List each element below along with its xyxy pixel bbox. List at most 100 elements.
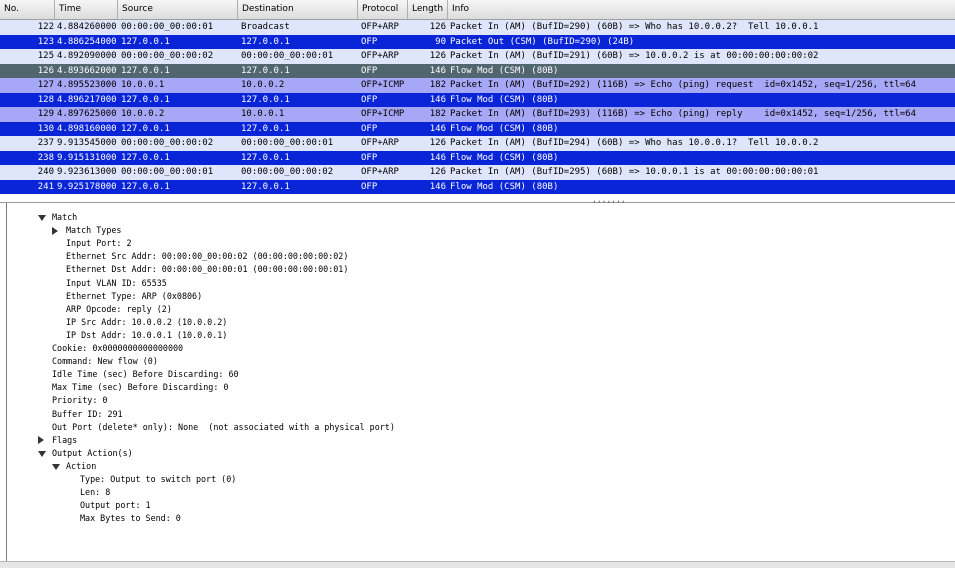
packet-info-cell: Packet Out (CSM) (BufID=290) (24B) [450,36,635,47]
packet-src-cell: 127.0.0.1 [121,152,170,163]
packet-detail-tree[interactable]: Match Match Types Input Port: 2 Ethernet Sr… [0,203,955,567]
packet-info-cell: Packet In (AM) (BufID=295) (60B) => 10.0… [450,167,819,177]
packet-row[interactable]: 126 4.893662000 127.0.0.1 127.0.0.1 OFP 146 Fl… [0,63,955,78]
tree-node[interactable]: Input VLAN ID: 65535 [66,277,167,290]
column-header-no[interactable]: No. [0,0,55,19]
packet-dst-cell: Broadcast [241,22,290,32]
packet-row[interactable]: 122 4.884260000 00:00:00_00:00:01 Broadcast… [0,20,955,35]
packet-row[interactable]: 240 9.923613000 00:00:00_00:00:01 00:00:00_… [0,165,955,180]
packet-row[interactable]: 127 4.895523000 10.0.0.1 10.0.0.2 OFP+ICMP 18… [0,78,955,93]
packet-row[interactable]: 130 4.898160000 127.0.0.1 127.0.0.1 OFP 146 Fl… [0,121,955,136]
packet-src-cell: 10.0.0.1 [121,80,165,90]
packet-row[interactable]: 238 9.915131000 127.0.0.1 127.0.0.1 OFP 146 Fl… [0,150,955,165]
tree-node[interactable]: Match [52,211,77,224]
packet-time-cell: 4.892090000 [57,51,117,61]
packet-dst-cell: 00:00:00_00:00:01 [241,138,334,148]
packet-row[interactable]: 123 4.886254000 127.0.0.1 127.0.0.1 OFP 90 Pac… [0,34,955,49]
tree-node[interactable]: Idle Time (sec) Before Discarding: 60 [52,368,239,381]
packet-row[interactable]: 129 4.897625000 10.0.0.2 10.0.0.1 OFP+ICMP 18… [0,107,955,122]
packet-time-cell: 4.897625000 [57,109,117,119]
tree-node[interactable]: Command: New flow (0) [52,355,158,368]
packet-dst-cell: 10.0.0.2 [241,80,285,90]
packet-info-cell: Flow Mod (CSM) (80B) [450,94,559,105]
packet-len-cell: 146 [429,181,446,192]
packet-proto-cell: OFP+ARP [361,138,399,148]
packet-no-cell: 237 [37,138,54,148]
tree-node[interactable]: Max Time (sec) Before Discarding: 0 [52,381,228,394]
packet-dst-cell: 00:00:00_00:00:02 [241,167,334,177]
column-header-destination[interactable]: Destination [238,0,358,19]
packet-dst-cell: 127.0.0.1 [241,94,290,105]
packet-src-cell: 127.0.0.1 [121,36,170,47]
packet-dst-cell: 127.0.0.1 [241,65,290,76]
packet-src-cell: 00:00:00_00:00:01 [121,22,214,32]
packet-len-cell: 126 [429,51,446,61]
packet-src-cell: 00:00:00_00:00:02 [121,51,214,61]
packet-row[interactable]: 128 4.896217000 127.0.0.1 127.0.0.1 OFP 146 Fl… [0,92,955,107]
column-header-protocol[interactable]: Protocol [358,0,408,19]
packet-proto-cell: OFP+ARP [361,22,399,32]
packet-info-cell: Flow Mod (CSM) (80B) [450,65,559,76]
packet-len-cell: 90 [435,36,446,47]
packet-no-cell: 125 [37,51,54,61]
tree-node[interactable]: Type: Output to switch port (0) [80,473,236,486]
detail-left-border [6,203,7,563]
packet-proto-cell: OFP [361,123,378,134]
tree-node[interactable]: Out Port (delete* only): None (not assoc… [52,421,395,434]
column-header-length[interactable]: Length [408,0,448,19]
packet-time-cell: 4.884260000 [57,22,117,32]
packet-proto-cell: OFP [361,181,378,192]
tree-node[interactable]: Input Port: 2 [66,237,132,250]
packet-dst-cell: 00:00:00_00:00:01 [241,51,334,61]
packet-time-cell: 9.925178000 [57,181,117,192]
tree-node[interactable]: IP Dst Addr: 10.0.0.1 (10.0.0.1) [66,329,227,342]
tree-node[interactable]: Flags [52,434,77,447]
expand-right-icon[interactable] [52,226,58,235]
packet-list[interactable]: No. Time Source Destination Protocol Len… [0,0,955,204]
packet-no-cell: 126 [37,65,54,76]
tree-node[interactable]: Buffer ID: 291 [52,408,123,421]
packet-src-cell: 00:00:00_00:00:01 [121,167,214,177]
packet-proto-cell: OFP+ARP [361,167,399,177]
packet-row[interactable]: 241 9.925178000 127.0.0.1 127.0.0.1 OFP 146 Fl… [0,179,955,194]
packet-dst-cell: 127.0.0.1 [241,152,290,163]
expand-down-icon[interactable] [52,463,60,470]
packet-info-cell: Flow Mod (CSM) (80B) [450,123,559,134]
packet-proto-cell: OFP+ICMP [361,80,405,90]
packet-row[interactable]: 237 9.913545000 00:00:00_00:00:02 00:00:00_… [0,136,955,151]
tree-node[interactable]: IP Src Addr: 10.0.0.2 (10.0.0.2) [66,316,227,329]
tree-node[interactable]: Len: 8 [80,486,110,499]
tree-node[interactable]: ARP Opcode: reply (2) [66,303,172,316]
tree-node[interactable]: Ethernet Src Addr: 00:00:00_00:00:02 (00… [66,250,348,263]
tree-node[interactable]: Cookie: 0x0000000000000000 [52,342,183,355]
packet-dst-cell: 10.0.0.1 [241,109,285,119]
packet-no-cell: 240 [37,167,54,177]
tree-node[interactable]: Action [66,460,96,473]
expand-down-icon[interactable] [38,215,46,221]
packet-time-cell: 4.896217000 [57,94,117,105]
column-header-time[interactable]: Time [55,0,118,19]
packet-len-cell: 146 [429,65,446,76]
expand-down-icon[interactable] [38,450,46,457]
packet-time-cell: 9.915131000 [57,152,117,163]
packet-no-cell: 238 [37,152,54,163]
packet-info-cell: Packet In (AM) (BufID=292) (116B) => Ech… [450,80,916,90]
packet-info-cell: Flow Mod (CSM) (80B) [450,181,559,192]
packet-row[interactable]: 125 4.892090000 00:00:00_00:00:02 00:00:00_… [0,49,955,64]
tree-node[interactable]: Match Types [66,224,121,237]
expand-right-icon[interactable] [38,436,44,445]
tree-node[interactable]: Priority: 0 [52,394,107,407]
tree-node[interactable]: Ethernet Dst Addr: 00:00:00_00:00:01 (00… [66,263,348,276]
packet-len-cell: 146 [429,123,446,134]
tree-node[interactable]: Output Action(s) [52,447,133,460]
tree-node[interactable]: Output port: 1 [80,499,151,512]
packet-len-cell: 182 [429,80,446,90]
tree-node[interactable]: Ethernet Type: ARP (0x0806) [66,290,202,303]
packet-no-cell: 241 [37,181,54,192]
column-header-source[interactable]: Source [118,0,238,19]
packet-len-cell: 146 [429,152,446,163]
packet-time-cell: 4.886254000 [57,36,117,47]
column-header-info[interactable]: Info [448,0,955,19]
packet-proto-cell: OFP [361,152,378,163]
tree-node[interactable]: Max Bytes to Send: 0 [80,512,181,525]
